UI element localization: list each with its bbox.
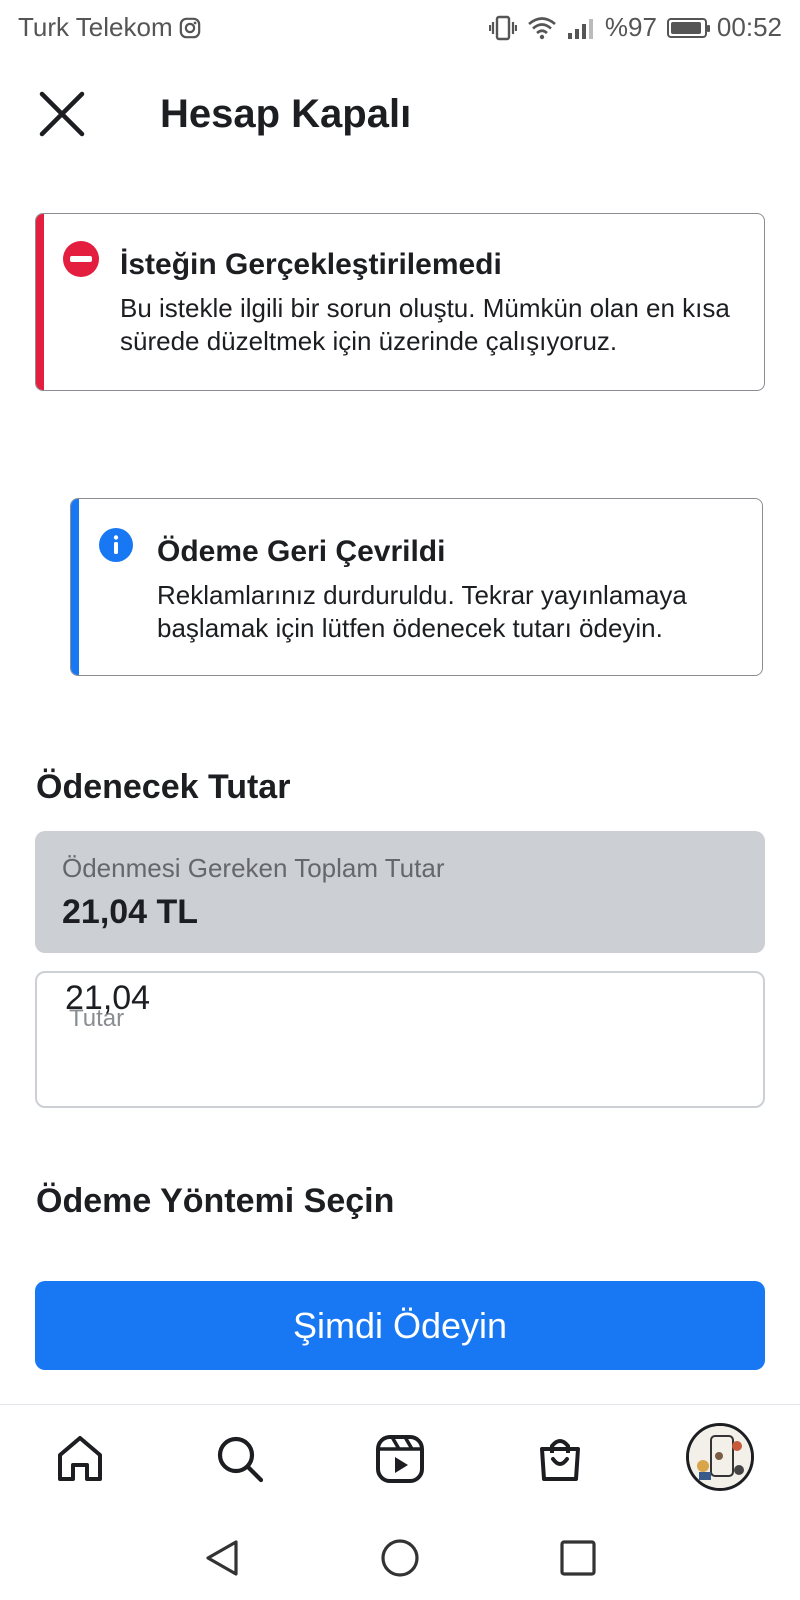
status-icons: %97 00:52 [488, 12, 782, 43]
nav-reels[interactable] [372, 1431, 428, 1487]
system-back-button[interactable] [198, 1534, 246, 1582]
system-recents-button[interactable] [554, 1534, 602, 1582]
shop-icon [540, 1439, 580, 1481]
total-amount-label: Ödenmesi Gereken Toplam Tutar [62, 853, 445, 883]
back-icon [206, 1540, 238, 1576]
pay-now-button[interactable]: Şimdi Ödeyin [35, 1281, 765, 1370]
vibrate-icon [488, 15, 517, 40]
nav-search[interactable] [212, 1431, 268, 1487]
system-nav [0, 1514, 800, 1600]
reels-icon [376, 1435, 424, 1483]
amount-input[interactable] [65, 979, 465, 1018]
instagram-notification-icon [179, 17, 200, 38]
info-accent-bar [71, 499, 79, 675]
error-accent-bar [36, 214, 44, 390]
home-circle-icon [381, 1539, 419, 1577]
info-icon [99, 528, 133, 562]
error-title: İsteğin Gerçekleştirilemedi [120, 248, 502, 281]
page-title: Hesap Kapalı [160, 92, 412, 136]
payment-method-heading: Ödeme Yöntemi Seçin [36, 1182, 395, 1220]
home-icon [58, 1436, 102, 1481]
clock: 00:52 [716, 12, 782, 42]
close-button[interactable] [36, 88, 88, 140]
amount-field[interactable]: Tutar [35, 971, 765, 1108]
carrier-name: Turk Telekom [18, 12, 173, 42]
close-icon [39, 91, 85, 137]
error-icon [63, 241, 99, 277]
nav-home[interactable] [52, 1431, 108, 1487]
nav-shop[interactable] [532, 1431, 588, 1487]
bottom-nav [0, 1404, 800, 1514]
total-amount-value: 21,04 TL [62, 893, 199, 931]
total-amount-box: Ödenmesi Gereken Toplam Tutar 21,04 TL [35, 831, 765, 953]
info-title: Ödeme Geri Çevrildi [157, 535, 446, 568]
profile-avatar[interactable] [686, 1423, 754, 1491]
avatar-image [689, 1426, 751, 1488]
battery-percent: %97 [604, 12, 657, 42]
error-message: Bu istekle ilgili bir sorun oluştu. Mümk… [120, 293, 730, 356]
search-icon [217, 1436, 264, 1483]
carrier-info: Turk Telekom [18, 12, 201, 43]
battery-icon [666, 17, 710, 38]
system-home-button[interactable] [376, 1534, 424, 1582]
info-message: Reklamlarınız durduruldu. Tekrar yayınla… [157, 580, 687, 643]
wifi-icon [528, 16, 556, 39]
error-alert: İsteğin Gerçekleştirilemedi Bu istekle i… [35, 213, 765, 391]
recents-icon [560, 1540, 596, 1576]
info-alert: Ödeme Geri Çevrildi Reklamlarınız durdur… [70, 498, 763, 676]
status-bar: Turk Telekom %97 00:52 [0, 0, 800, 56]
signal-icon [567, 18, 593, 39]
amount-heading: Ödenecek Tutar [36, 768, 291, 806]
